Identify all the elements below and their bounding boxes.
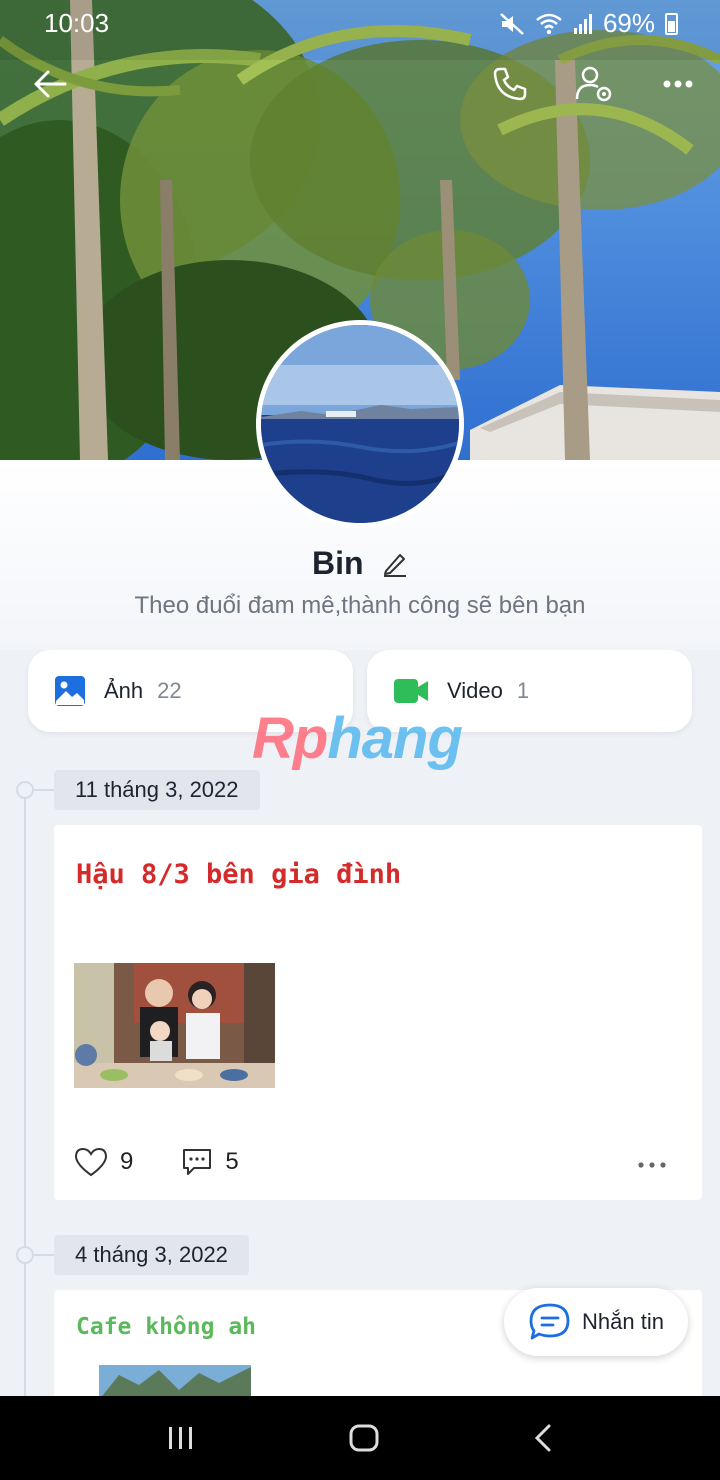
profile-bio: Theo đuổi đam mê,thành công sẽ bên bạn [134,592,586,619]
battery-percent: 69% [602,8,655,38]
profile-name: Bin [312,545,364,581]
edit-pencil-icon[interactable] [382,551,408,577]
comment-count: 5 [225,1148,239,1175]
avatar-image [261,325,459,523]
timeline-line [24,790,26,1400]
more-icon [663,80,693,88]
photos-count: 22 [157,678,182,703]
profile-settings-button[interactable] [570,60,618,108]
timeline-connector [34,789,54,791]
post-title: Hậu 8/3 bên gia đình [76,859,402,890]
watermark-logo: Rphang [252,706,463,771]
back-button[interactable] [26,60,74,108]
avatar[interactable] [256,320,464,528]
videos-count: 1 [516,678,530,703]
wifi-icon [536,13,562,34]
more-button[interactable] [654,60,702,108]
back-arrow-icon [34,70,67,98]
post-title: Cafe không ah [76,1314,257,1340]
date-chip: 11 tháng 3, 2022 [54,770,260,810]
timeline-connector [34,1254,54,1256]
message-button-label: Nhắn tin [582,1309,664,1334]
comment-icon[interactable] [181,1147,213,1177]
date-chip: 4 tháng 3, 2022 [54,1235,249,1275]
photos-label: Ảnh [104,678,144,703]
post-more-icon[interactable] [636,1160,668,1170]
photo-icon [55,676,85,706]
status-icons: 69% [499,8,678,39]
video-icon [394,679,428,703]
chat-bubble-icon [529,1303,570,1340]
post-photo[interactable] [99,1365,251,1400]
system-back-icon[interactable] [532,1423,554,1453]
phone-icon [493,67,527,101]
timeline-dot [16,1246,34,1264]
name-row: Bin [0,545,720,582]
home-icon[interactable] [348,1423,380,1453]
post-photo[interactable] [74,963,275,1088]
system-nav-bar [0,1396,720,1480]
family-photo [74,963,275,1088]
like-heart-icon[interactable] [74,1147,108,1177]
timeline-dot [16,781,34,799]
status-time: 10:03 [44,8,110,38]
status-bar: 10:03 69% [0,0,720,44]
landscape-photo [99,1365,251,1400]
post-actions: 9 5 [74,1147,287,1177]
message-button[interactable]: Nhắn tin [504,1288,688,1356]
mute-icon [500,12,524,35]
top-nav [0,60,720,110]
like-count: 9 [120,1148,134,1175]
call-button[interactable] [486,60,534,108]
post-card[interactable]: Hậu 8/3 bên gia đình 9 5 [54,825,702,1200]
user-settings-icon [575,66,612,102]
recents-icon[interactable] [166,1425,196,1451]
videos-label: Video [447,678,503,703]
battery-icon [665,12,678,35]
signal-icon [573,13,592,34]
